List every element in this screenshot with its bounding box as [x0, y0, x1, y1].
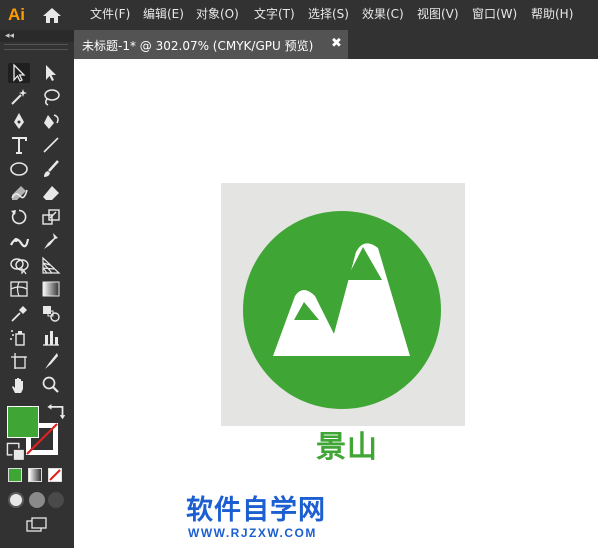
- mountain-logo[interactable]: [221, 183, 465, 426]
- close-icon[interactable]: ✖: [331, 36, 342, 51]
- menu-select[interactable]: 选择(S): [308, 7, 349, 22]
- tools-panel-header: ◂◂: [0, 30, 74, 42]
- column-graph-tool-icon[interactable]: [40, 327, 62, 347]
- color-mode-icon[interactable]: [8, 468, 22, 482]
- type-tool-icon[interactable]: [8, 135, 30, 155]
- symbol-sprayer-tool-icon[interactable]: [8, 327, 30, 347]
- menu-bar: Ai 文件(F) 编辑(E) 对象(O) 文字(T) 选择(S) 效果(C) 视…: [0, 0, 598, 30]
- document-tab[interactable]: 未标题-1* @ 302.07% (CMYK/GPU 预览) ✖: [74, 30, 348, 59]
- menu-file[interactable]: 文件(F): [90, 7, 130, 22]
- artboard-canvas[interactable]: 景山 软件自学网 WWW.RJZXW.COM: [74, 59, 598, 548]
- shaper-tool-icon[interactable]: [8, 183, 30, 203]
- mesh-tool-icon[interactable]: [8, 279, 30, 299]
- swap-fill-stroke-icon[interactable]: [46, 401, 66, 420]
- zoom-tool-icon[interactable]: [40, 375, 62, 395]
- magic-wand-tool-icon[interactable]: [8, 87, 30, 107]
- logo-caption: 景山: [316, 430, 378, 465]
- menu-view[interactable]: 视图(V): [417, 7, 459, 22]
- artboard-tool-icon[interactable]: [8, 351, 30, 371]
- pen-tool-icon[interactable]: [8, 111, 30, 131]
- shape-builder-tool-icon[interactable]: [8, 255, 30, 275]
- default-fill-stroke-icon[interactable]: [5, 442, 26, 462]
- gradient-tool-icon[interactable]: [40, 279, 62, 299]
- menu-window[interactable]: 窗口(W): [472, 7, 517, 22]
- slice-tool-icon[interactable]: [40, 351, 62, 371]
- panel-grip[interactable]: [4, 44, 68, 50]
- menu-object[interactable]: 对象(O): [196, 7, 239, 22]
- ellipse-tool-icon[interactable]: [8, 159, 30, 179]
- selection-tool-icon[interactable]: [8, 63, 30, 83]
- eraser-tool-icon[interactable]: [40, 183, 62, 203]
- illustrator-logo-icon[interactable]: Ai: [8, 4, 30, 26]
- hand-tool-icon[interactable]: [8, 375, 30, 395]
- draw-behind-icon[interactable]: [29, 492, 45, 508]
- screen-mode-icon[interactable]: [26, 517, 48, 533]
- eyedropper-tool-icon[interactable]: [8, 303, 30, 323]
- blend-tool-icon[interactable]: [40, 303, 62, 323]
- menu-help[interactable]: 帮助(H): [531, 7, 573, 22]
- perspective-grid-tool-icon[interactable]: [40, 255, 62, 275]
- tools-panel: ◂◂: [0, 30, 74, 548]
- watermark-url: WWW.RJZXW.COM: [188, 526, 317, 540]
- none-mode-icon[interactable]: [48, 468, 62, 482]
- home-icon[interactable]: [42, 7, 62, 24]
- watermark-title: 软件自学网: [186, 495, 326, 526]
- document-tab-bar: 未标题-1* @ 302.07% (CMYK/GPU 预览) ✖: [74, 30, 598, 59]
- width-tool-icon[interactable]: [8, 231, 30, 251]
- gradient-mode-icon[interactable]: [28, 468, 42, 482]
- menu-effect[interactable]: 效果(C): [362, 7, 404, 22]
- scale-tool-icon[interactable]: [40, 207, 62, 227]
- fill-swatch[interactable]: [7, 406, 39, 438]
- draw-normal-icon[interactable]: [8, 492, 24, 508]
- curvature-tool-icon[interactable]: [40, 111, 62, 131]
- rotate-tool-icon[interactable]: [8, 207, 30, 227]
- lasso-tool-icon[interactable]: [40, 87, 62, 107]
- direct-selection-tool-icon[interactable]: [40, 63, 62, 83]
- collapse-panel-icon[interactable]: ◂◂: [5, 31, 14, 41]
- menu-type[interactable]: 文字(T): [254, 7, 295, 22]
- document-tab-label: 未标题-1* @ 302.07% (CMYK/GPU 预览): [82, 39, 314, 53]
- line-segment-tool-icon[interactable]: [40, 135, 62, 155]
- paintbrush-tool-icon[interactable]: [40, 159, 62, 179]
- draw-inside-icon[interactable]: [48, 492, 64, 508]
- puppet-warp-tool-icon[interactable]: [40, 231, 62, 251]
- menu-edit[interactable]: 编辑(E): [143, 7, 184, 22]
